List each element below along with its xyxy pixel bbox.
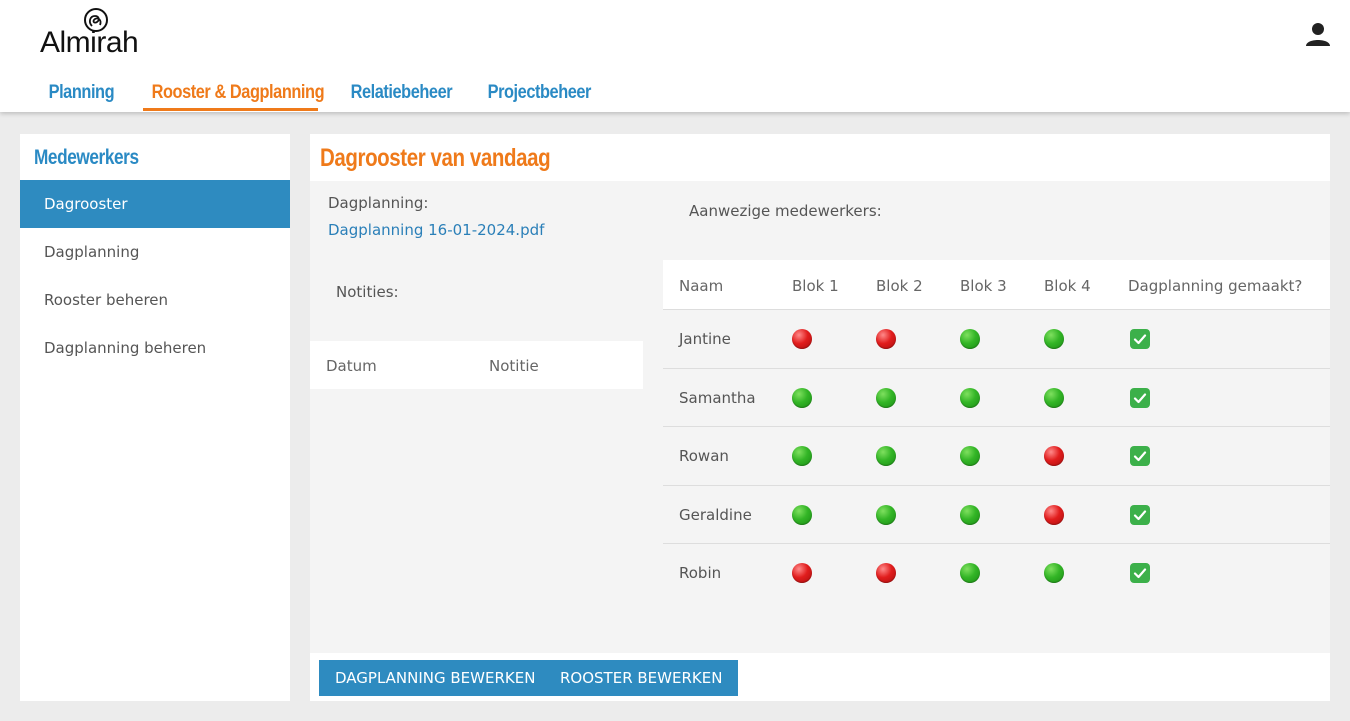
table-row: Samantha bbox=[663, 369, 1330, 427]
edit-rooster-button[interactable]: ROOSTER BEWERKEN bbox=[544, 660, 739, 696]
status-green-icon bbox=[960, 329, 980, 349]
sidebar-item-dagplanning[interactable]: Dagplanning bbox=[20, 228, 290, 276]
status-green-icon bbox=[792, 446, 812, 466]
page-title: Dagrooster van vandaag bbox=[320, 144, 551, 172]
sidebar-item-dagrooster[interactable]: Dagrooster bbox=[20, 180, 290, 228]
tab-projectbeheer[interactable]: Projectbeheer bbox=[479, 72, 600, 112]
status-green-icon bbox=[1044, 563, 1064, 583]
checkmark-icon bbox=[1130, 387, 1150, 408]
notities-label: Notities: bbox=[336, 283, 399, 301]
status-green-icon bbox=[960, 446, 980, 466]
table-row: Robin bbox=[663, 544, 1330, 603]
col-blok-2: Blok 2 bbox=[876, 277, 923, 295]
sidebar-item-rooster-beheren[interactable]: Rooster beheren bbox=[20, 276, 290, 324]
status-green-icon bbox=[960, 387, 980, 408]
tab-relatiebeheer[interactable]: Relatiebeheer bbox=[342, 72, 461, 112]
user-icon[interactable] bbox=[1304, 20, 1332, 48]
col-blok-3: Blok 3 bbox=[960, 277, 1007, 295]
status-green-icon bbox=[1044, 329, 1064, 349]
status-red-icon bbox=[876, 329, 896, 349]
main-panel: Dagrooster van vandaag Dagplanning: Dagp… bbox=[310, 134, 1330, 701]
table-row: Jantine bbox=[663, 310, 1330, 369]
staff-name: Rowan bbox=[679, 447, 729, 465]
staff-rows: Jantine Samantha Rowan Geraldine Robin bbox=[663, 310, 1330, 603]
logo[interactable]: Almirah bbox=[40, 8, 150, 60]
status-red-icon bbox=[792, 563, 812, 583]
staff-table: Naam Blok 1 Blok 2 Blok 3 Blok 4 Dagplan… bbox=[663, 260, 1330, 603]
sidebar: Medewerkers Dagrooster Dagplanning Roost… bbox=[20, 134, 290, 701]
checkmark-icon bbox=[1130, 446, 1150, 466]
logo-text: Almirah bbox=[40, 26, 139, 59]
active-tab-indicator bbox=[143, 108, 318, 111]
col-dagplanning-gemaakt: Dagplanning gemaakt? bbox=[1128, 277, 1303, 295]
staff-table-header: Naam Blok 1 Blok 2 Blok 3 Blok 4 Dagplan… bbox=[663, 260, 1330, 310]
dagplanning-label: Dagplanning: bbox=[328, 194, 429, 212]
sidebar-title: Medewerkers bbox=[34, 146, 139, 169]
checkmark-icon bbox=[1130, 329, 1150, 349]
status-green-icon bbox=[960, 563, 980, 583]
status-green-icon bbox=[876, 504, 896, 525]
status-green-icon bbox=[876, 387, 896, 408]
status-green-icon bbox=[792, 504, 812, 525]
status-red-icon bbox=[1044, 446, 1064, 466]
edit-dagplanning-button[interactable]: DAGPLANNING BEWERKEN bbox=[319, 660, 552, 696]
status-green-icon bbox=[876, 446, 896, 466]
notes-table-header: Datum Notitie bbox=[310, 341, 643, 389]
main-body: Dagplanning: Dagplanning 16-01-2024.pdf … bbox=[310, 181, 1330, 653]
status-green-icon bbox=[1044, 387, 1064, 408]
table-row: Rowan bbox=[663, 427, 1330, 486]
status-green-icon bbox=[792, 387, 812, 408]
dagplanning-pdf-link[interactable]: Dagplanning 16-01-2024.pdf bbox=[328, 221, 544, 239]
checkmark-icon bbox=[1130, 504, 1150, 525]
col-naam: Naam bbox=[679, 277, 724, 295]
staff-name: Robin bbox=[679, 564, 722, 582]
status-red-icon bbox=[792, 329, 812, 349]
status-red-icon bbox=[876, 563, 896, 583]
aanwezig-label: Aanwezige medewerkers: bbox=[689, 202, 882, 220]
status-red-icon bbox=[1044, 504, 1064, 525]
top-header: Almirah Planning Rooster & Dagplanning R… bbox=[0, 0, 1350, 112]
checkmark-icon bbox=[1130, 563, 1150, 583]
staff-name: Samantha bbox=[679, 388, 756, 407]
tab-planning[interactable]: Planning bbox=[40, 72, 123, 112]
col-blok-4: Blok 4 bbox=[1044, 277, 1091, 295]
table-row: Geraldine bbox=[663, 486, 1330, 544]
col-blok-1: Blok 1 bbox=[792, 277, 839, 295]
staff-name: Geraldine bbox=[679, 505, 752, 524]
notes-col-datum: Datum bbox=[326, 357, 377, 375]
sidebar-item-dagplanning-beheren[interactable]: Dagplanning beheren bbox=[20, 324, 290, 372]
status-green-icon bbox=[960, 504, 980, 525]
staff-name: Jantine bbox=[679, 330, 731, 348]
tab-rooster-dagplanning[interactable]: Rooster & Dagplanning bbox=[143, 72, 333, 112]
notes-col-notitie: Notitie bbox=[489, 357, 539, 375]
